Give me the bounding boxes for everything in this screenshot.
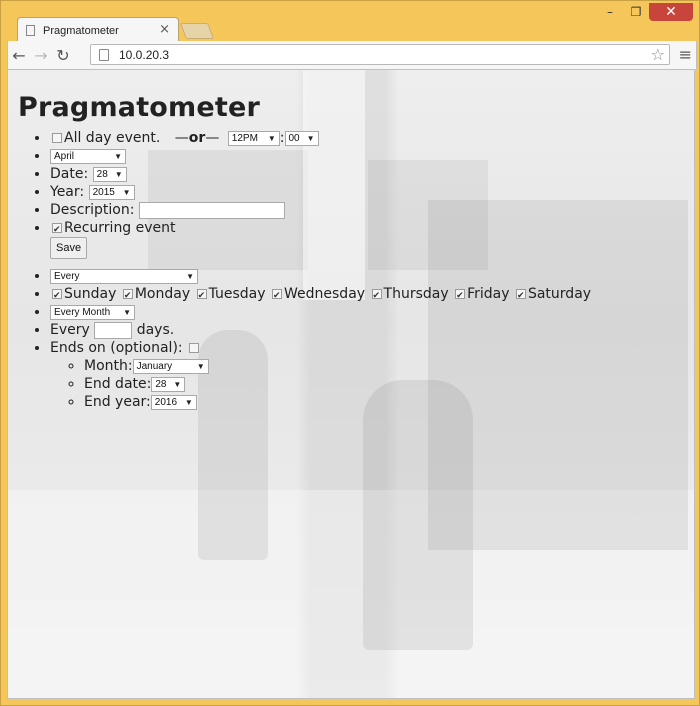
save-row: Save <box>50 237 688 259</box>
end-month-row: Month:January <box>84 357 688 375</box>
sunday-label: Sunday <box>64 286 117 302</box>
minimize-icon[interactable]: – <box>597 3 623 21</box>
menu-icon[interactable]: ≡ <box>679 45 692 64</box>
end-year-row: End year:2016 <box>84 393 688 411</box>
browser-toolbar: ← → ↻ 10.0.20.3 ☆ ≡ <box>7 41 697 69</box>
bookmark-star-icon[interactable]: ☆ <box>651 45 665 64</box>
close-tab-icon[interactable]: × <box>159 22 170 37</box>
frequency-row: Every <box>50 267 688 285</box>
page-content: Pragmatometer All day event. —or— 12PM:0… <box>7 69 695 699</box>
date-label: Date: <box>50 166 89 182</box>
end-year-label: End year: <box>84 394 151 410</box>
every-days-input[interactable] <box>94 321 133 339</box>
browser-window: Pragmatometer × – ❐ ✕ ← → ↻ 10.0.20.3 ☆ … <box>0 0 700 706</box>
ends-on-checkbox[interactable] <box>189 343 200 353</box>
all-day-label: All day event. <box>64 130 161 146</box>
wednesday-label: Wednesday <box>284 286 366 302</box>
close-window-icon[interactable]: ✕ <box>649 3 693 21</box>
thursday-checkbox[interactable] <box>371 287 382 305</box>
description-label: Description: <box>50 202 135 218</box>
every-n-days-row: Every days. <box>50 321 688 339</box>
monday-label: Monday <box>134 286 191 302</box>
end-date-label: End date: <box>84 376 152 392</box>
description-row: Description: <box>50 201 688 219</box>
period-select[interactable]: Every Month <box>50 304 135 320</box>
year-label: Year: <box>50 184 85 200</box>
end-year-select[interactable]: 2016 <box>150 394 197 410</box>
browser-tab[interactable]: Pragmatometer × <box>17 17 179 43</box>
ends-on-row: Ends on (optional): Month:January End da… <box>50 339 688 411</box>
every-label: Every <box>50 322 90 338</box>
saturday-label: Saturday <box>527 286 592 302</box>
tab-title: Pragmatometer <box>43 24 119 37</box>
month-select[interactable]: April <box>50 148 126 164</box>
friday-label: Friday <box>467 286 510 302</box>
minute-select[interactable]: 00 <box>284 130 319 146</box>
year-row: Year: 2015 <box>50 183 688 201</box>
all-day-checkbox[interactable] <box>52 133 62 143</box>
recurring-label: Recurring event <box>64 220 176 236</box>
ends-on-label: Ends on (optional): <box>50 340 183 356</box>
month-row: April <box>50 147 688 165</box>
tuesday-label: Tuesday <box>208 286 266 302</box>
page-title: Pragmatometer <box>18 92 261 123</box>
back-icon[interactable]: ← <box>8 44 30 66</box>
tuesday-checkbox[interactable] <box>196 287 207 305</box>
page-icon <box>26 25 35 36</box>
end-month-select[interactable]: January <box>132 358 209 374</box>
recurrence-form: Every Sunday Monday Tuesday Wednesday Th… <box>18 267 688 411</box>
end-month-label: Month: <box>84 358 133 374</box>
address-bar[interactable]: 10.0.20.3 ☆ <box>90 44 670 65</box>
period-row: Every Month <box>50 303 688 321</box>
date-row: Date: 28 <box>50 165 688 183</box>
forward-icon[interactable]: → <box>30 44 52 66</box>
time-row: All day event. —or— 12PM:00 <box>50 129 688 147</box>
friday-checkbox[interactable] <box>455 287 466 305</box>
page-body: Pragmatometer All day event. —or— 12PM:0… <box>18 78 688 411</box>
maximize-icon[interactable]: ❐ <box>623 3 649 21</box>
title-bar: Pragmatometer × – ❐ ✕ <box>1 1 699 43</box>
description-input[interactable] <box>138 201 285 219</box>
days-label: days. <box>136 322 175 338</box>
monday-checkbox[interactable] <box>122 287 133 305</box>
end-date-row: End date:28 <box>84 375 688 393</box>
hour-select[interactable]: 12PM <box>227 130 280 146</box>
reload-icon[interactable]: ↻ <box>52 44 74 66</box>
frequency-select[interactable]: Every <box>50 268 198 284</box>
recurring-checkbox[interactable] <box>52 221 62 239</box>
saturday-checkbox[interactable] <box>515 287 526 305</box>
url-text: 10.0.20.3 <box>119 47 170 62</box>
window-controls: – ❐ ✕ <box>597 3 693 21</box>
recurring-row: Recurring event <box>50 219 688 239</box>
thursday-label: Thursday <box>383 286 449 302</box>
weekdays-row: Sunday Monday Tuesday Wednesday Thursday… <box>50 285 688 305</box>
or-label: or <box>188 130 206 146</box>
sunday-checkbox[interactable] <box>52 287 62 305</box>
save-button[interactable]: Save <box>50 237 88 259</box>
end-date-select[interactable]: 28 <box>151 376 186 392</box>
new-tab-button[interactable] <box>180 23 214 39</box>
date-select[interactable]: 28 <box>92 166 127 182</box>
page-icon <box>99 48 109 61</box>
year-select[interactable]: 2015 <box>88 184 135 200</box>
event-form: All day event. —or— 12PM:00 April Date: … <box>18 129 688 259</box>
wednesday-checkbox[interactable] <box>272 287 282 305</box>
end-fields: Month:January End date:28 End year:2016 <box>50 357 688 411</box>
